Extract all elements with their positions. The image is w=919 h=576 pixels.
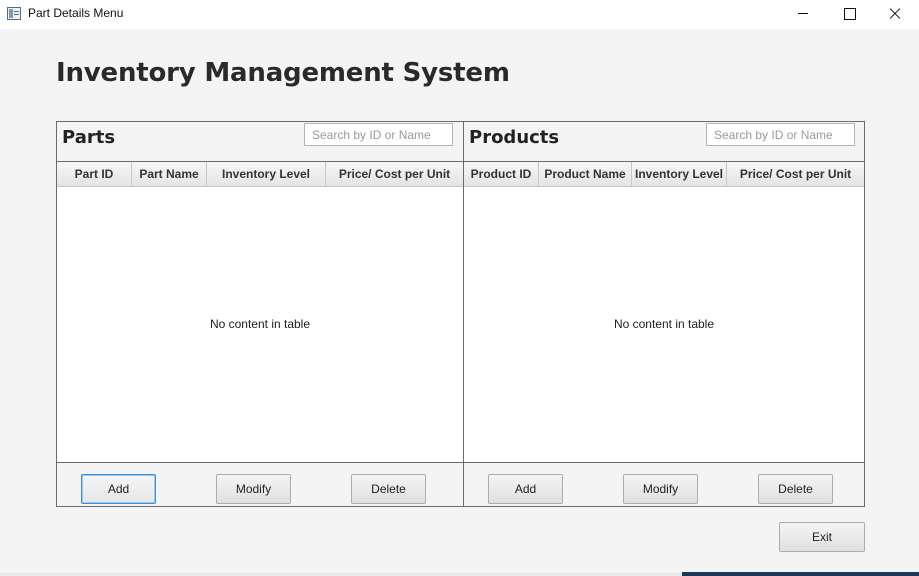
column-header-part-name[interactable]: Part Name bbox=[132, 162, 207, 186]
window-title: Part Details Menu bbox=[28, 6, 124, 20]
products-search-input[interactable] bbox=[706, 123, 855, 146]
products-table[interactable]: Product ID Product Name Inventory Level … bbox=[464, 161, 864, 463]
parts-delete-button[interactable]: Delete bbox=[351, 474, 426, 504]
column-header-product-name[interactable]: Product Name bbox=[539, 162, 632, 186]
parts-table-header: Part ID Part Name Inventory Level Price/… bbox=[57, 162, 463, 187]
minimize-icon[interactable] bbox=[780, 0, 826, 29]
products-panel-header: Products bbox=[464, 122, 864, 162]
app-window-icon bbox=[7, 7, 21, 20]
products-empty-message: No content in table bbox=[613, 317, 715, 331]
column-header-price[interactable]: Price/ Cost per Unit bbox=[326, 162, 463, 186]
taskbar-edge bbox=[682, 572, 919, 576]
column-header-product-id[interactable]: Product ID bbox=[464, 162, 539, 186]
parts-search-input[interactable] bbox=[304, 123, 453, 146]
column-header-inventory-level[interactable]: Inventory Level bbox=[207, 162, 326, 186]
products-panel-title: Products bbox=[469, 127, 560, 148]
parts-add-button[interactable]: Add bbox=[81, 474, 156, 504]
parts-panel-title: Parts bbox=[62, 127, 116, 148]
products-table-header: Product ID Product Name Inventory Level … bbox=[464, 162, 864, 187]
parts-table[interactable]: Part ID Part Name Inventory Level Price/… bbox=[57, 161, 463, 463]
maximize-icon[interactable] bbox=[826, 0, 872, 29]
parts-modify-button[interactable]: Modify bbox=[216, 474, 291, 504]
title-bar: Part Details Menu bbox=[0, 0, 919, 29]
products-delete-button[interactable]: Delete bbox=[758, 474, 833, 504]
products-panel: Products Product ID Product Name Invento… bbox=[463, 121, 865, 507]
parts-empty-message: No content in table bbox=[209, 317, 311, 331]
column-header-inventory-level[interactable]: Inventory Level bbox=[632, 162, 727, 186]
products-add-button[interactable]: Add bbox=[488, 474, 563, 504]
exit-button[interactable]: Exit bbox=[779, 522, 865, 552]
parts-panel: Parts Part ID Part Name Inventory Level … bbox=[56, 121, 464, 507]
column-header-part-id[interactable]: Part ID bbox=[57, 162, 132, 186]
products-modify-button[interactable]: Modify bbox=[623, 474, 698, 504]
page-title: Inventory Management System bbox=[56, 58, 510, 88]
parts-panel-header: Parts bbox=[57, 122, 463, 162]
close-icon[interactable] bbox=[872, 0, 918, 29]
column-header-price[interactable]: Price/ Cost per Unit bbox=[727, 162, 864, 186]
